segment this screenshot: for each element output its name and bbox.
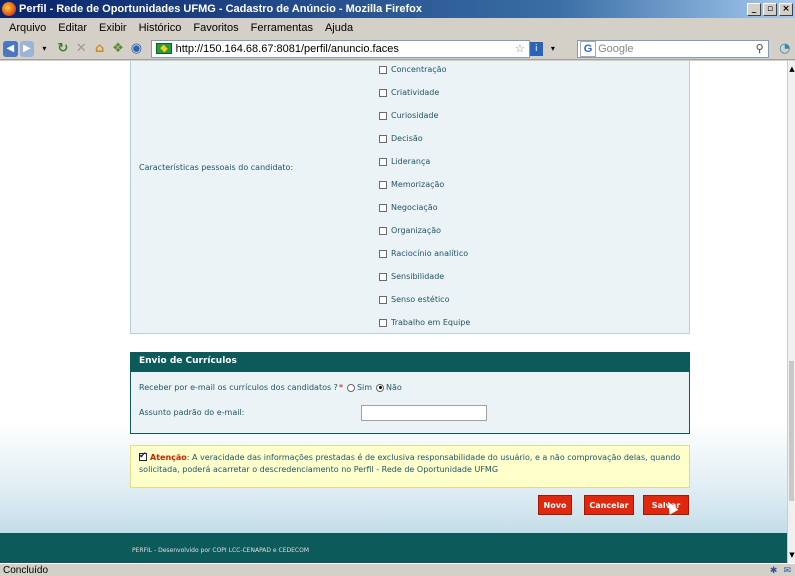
receive-email-row: Receber por e-mail os currículos dos can… (139, 383, 402, 392)
back-icon[interactable]: ◀ (3, 40, 18, 57)
history-dropdown-icon[interactable]: ▾ (36, 40, 52, 58)
menu-ajuda[interactable]: Ajuda (319, 22, 359, 34)
trait-lideranca[interactable]: Liderança (379, 157, 430, 166)
email-subject-input[interactable] (361, 405, 487, 421)
traits-label: Características pessoais do candidato: (139, 163, 294, 172)
stop-icon[interactable]: ✕ (73, 40, 89, 58)
subject-label: Assunto padrão do e-mail: (139, 408, 245, 417)
feed-icon[interactable]: i (529, 41, 543, 56)
menu-bar: Arquivo Editar Exibir Histórico Favorito… (0, 18, 795, 38)
close-button[interactable]: × (779, 2, 793, 16)
menu-exibir[interactable]: Exibir (93, 22, 133, 34)
url-text: http://150.164.68.67:8081/perfil/anuncio… (175, 42, 399, 55)
navigation-toolbar: ◀ ▶ ▾ ↻ ✕ ⌂ ❖ ◉ http://150.164.68.67:808… (0, 38, 795, 60)
menu-editar[interactable]: Editar (52, 22, 93, 34)
notice-text: : A veracidade das informações prestadas… (139, 453, 681, 474)
trait-concentracao[interactable]: Concentração (379, 65, 446, 74)
vertical-scrollbar[interactable]: ▲ ▼ (787, 61, 795, 563)
subject-row: Assunto padrão do e-mail: (139, 408, 244, 417)
scroll-down-icon[interactable]: ▼ (788, 551, 795, 559)
trait-negociacao[interactable]: Negociação (379, 203, 438, 212)
checkbox[interactable] (379, 111, 387, 120)
footer-text: PERFIL - Desenvolvido por COPI LCC-CENAP… (132, 547, 310, 554)
reload-icon[interactable]: ↻ (55, 40, 71, 58)
trait-senso-estetico[interactable]: Senso estético (379, 295, 449, 304)
scroll-thumb[interactable] (789, 361, 794, 501)
google-engine-icon[interactable]: G (580, 40, 597, 57)
status-bar: Concluído ✱ ✉ (0, 563, 795, 576)
search-icon[interactable]: ⚲ (756, 42, 764, 55)
notice-heading: Atenção (150, 453, 187, 462)
minimize-button[interactable]: _ (747, 2, 761, 16)
terms-notice: Atenção: A veracidade das informações pr… (130, 445, 690, 488)
page-footer: PERFIL - Desenvolvido por COPI LCC-CENAP… (0, 533, 787, 563)
radio-sim[interactable] (346, 383, 355, 392)
checkbox[interactable] (379, 157, 387, 166)
window-title-bar: Perfil - Rede de Oportunidades UFMG - Ca… (0, 0, 795, 18)
trait-memorizacao[interactable]: Memorização (379, 180, 444, 189)
bookmark-star-icon[interactable]: ☆ (515, 42, 525, 55)
checkbox[interactable] (379, 134, 387, 143)
trait-curiosidade[interactable]: Curiosidade (379, 111, 438, 120)
feed-dropdown-icon[interactable]: ▾ (545, 40, 561, 58)
trait-decisao[interactable]: Decisão (379, 134, 423, 143)
curriculum-panel: Envio de Currículos Receber por e-mail o… (130, 352, 690, 434)
cancel-button[interactable]: Cancelar (584, 495, 634, 515)
search-placeholder: Google (598, 42, 634, 55)
checkbox[interactable] (379, 88, 387, 97)
menu-ferramentas[interactable]: Ferramentas (245, 22, 319, 34)
checkbox[interactable] (379, 318, 387, 327)
radio-nao[interactable] (376, 383, 385, 392)
search-box[interactable]: G Google ⚲ (577, 39, 769, 58)
new-button[interactable]: Novo (538, 495, 572, 515)
menu-favoritos[interactable]: Favoritos (187, 22, 244, 34)
trait-raciocinio-analitico[interactable]: Raciocínio analítico (379, 249, 468, 258)
checkbox[interactable] (379, 226, 387, 235)
radio-sim-label: Sim (356, 383, 373, 392)
maximize-button[interactable]: ▫ (763, 2, 777, 16)
terms-checkbox[interactable] (139, 450, 147, 462)
page-viewport: Características pessoais do candidato: C… (0, 61, 787, 563)
site-favicon-icon (155, 43, 172, 54)
bookmark-manager-icon[interactable]: ❖ (110, 40, 126, 58)
menu-arquivo[interactable]: Arquivo (3, 22, 52, 34)
status-addon-icon[interactable]: ✱ (770, 565, 778, 576)
forward-icon[interactable]: ▶ (19, 40, 35, 57)
trait-trabalho-em-equipe[interactable]: Trabalho em Equipe (379, 318, 470, 327)
address-bar[interactable]: http://150.164.68.67:8081/perfil/anuncio… (150, 39, 530, 58)
required-mark: * (338, 383, 343, 392)
extension-icon[interactable]: ◔ (777, 40, 793, 58)
receive-email-label: Receber por e-mail os currículos dos can… (139, 383, 338, 392)
checkbox[interactable] (379, 65, 387, 74)
status-text: Concluído (3, 564, 49, 576)
checkbox[interactable] (379, 295, 387, 304)
firefox-icon (2, 2, 16, 16)
checkbox[interactable] (379, 249, 387, 258)
checkbox[interactable] (379, 180, 387, 189)
traits-panel: Características pessoais do candidato: C… (130, 61, 690, 334)
checkbox[interactable] (379, 203, 387, 212)
menu-historico[interactable]: Histórico (133, 22, 188, 34)
scroll-up-icon[interactable]: ▲ (788, 65, 795, 73)
trait-criatividade[interactable]: Criatividade (379, 88, 439, 97)
window-title: Perfil - Rede de Oportunidades UFMG - Ca… (19, 3, 422, 15)
section-title: Envio de Currículos (131, 353, 689, 372)
home-icon[interactable]: ⌂ (91, 40, 107, 58)
trait-organizacao[interactable]: Organização (379, 226, 441, 235)
radio-nao-label: Não (386, 383, 402, 392)
addon-icon[interactable]: ◉ (128, 40, 144, 58)
checkbox[interactable] (379, 272, 387, 281)
status-mail-icon[interactable]: ✉ (783, 565, 791, 576)
trait-sensibilidade[interactable]: Sensibilidade (379, 272, 444, 281)
